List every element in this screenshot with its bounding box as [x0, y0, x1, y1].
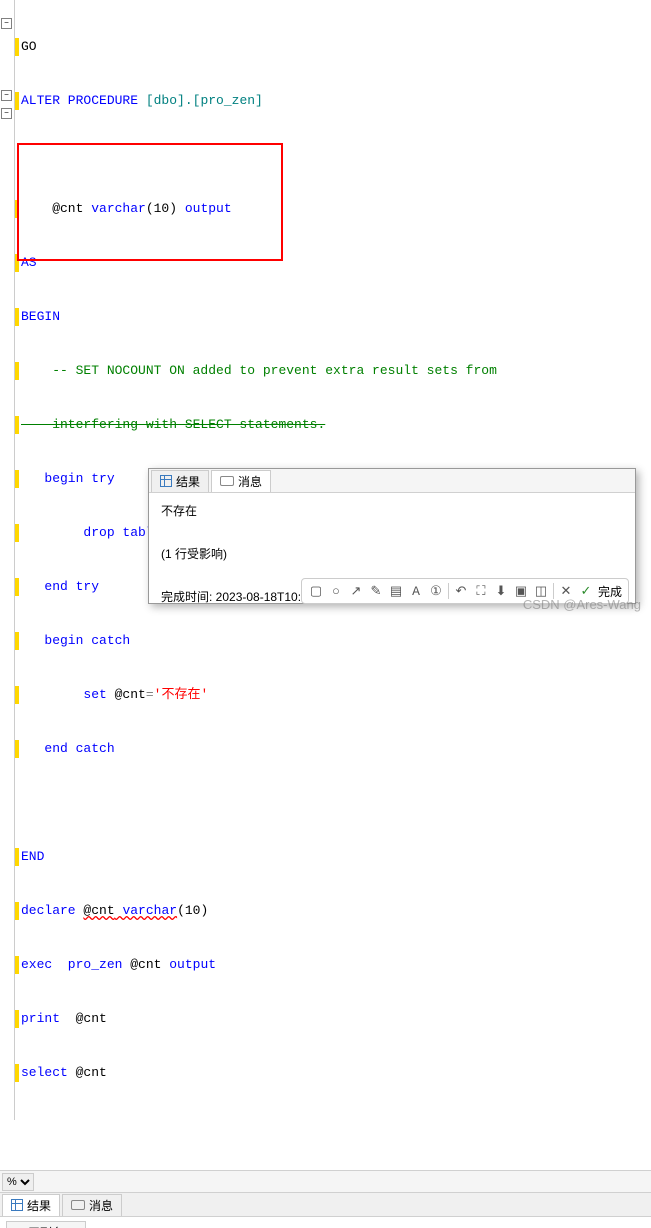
column-header[interactable]: (无列名): [6, 1221, 86, 1228]
zoom-bar: %: [0, 1171, 651, 1193]
pin-icon[interactable]: ◫: [533, 583, 549, 599]
code-line: AS: [21, 255, 37, 270]
messages-popup: 结果 消息 不存在 (1 行受影响) 完成时间: 2023-08-18T10:5…: [148, 468, 636, 604]
fold-icon[interactable]: −: [1, 18, 12, 29]
number-icon[interactable]: ①: [428, 583, 444, 599]
grid-icon: [160, 475, 172, 487]
undo-icon[interactable]: ↶: [453, 583, 469, 599]
message-line: (1 行受影响): [161, 544, 623, 566]
pencil-icon[interactable]: ✎: [368, 583, 384, 599]
text-icon[interactable]: A: [408, 583, 424, 599]
message-icon: [71, 1200, 85, 1210]
copy-icon[interactable]: ▣: [513, 583, 529, 599]
arrow-icon[interactable]: ↗: [348, 583, 364, 599]
fold-icon[interactable]: −: [1, 108, 12, 119]
code-line: GO: [21, 39, 37, 54]
tab-messages[interactable]: 消息: [211, 470, 271, 492]
download-icon[interactable]: ⬇: [493, 583, 509, 599]
results-grid: (无列名) 不存在: [0, 1217, 651, 1228]
code-comment: -- SET NOCOUNT ON added to prevent extra…: [21, 363, 497, 378]
tab-results[interactable]: 结果: [2, 1194, 60, 1216]
circle-icon[interactable]: ○: [328, 583, 344, 599]
tab-messages[interactable]: 消息: [62, 1194, 122, 1216]
zoom-select[interactable]: %: [2, 1173, 34, 1191]
code-line: ALTER PROCEDURE: [21, 93, 138, 108]
message-line: 不存在: [161, 501, 623, 523]
expand-icon[interactable]: ⛶: [473, 583, 489, 599]
done-label[interactable]: 完成: [598, 583, 622, 600]
check-icon[interactable]: ✓: [578, 583, 594, 599]
popup-toolbar: ▢ ○ ↗ ✎ ▤ A ① ↶ ⛶ ⬇ ▣ ◫ ✕ ✓ 完成: [301, 578, 629, 604]
clipboard-icon[interactable]: ▤: [388, 583, 404, 599]
close-icon[interactable]: ✕: [558, 583, 574, 599]
fold-icon[interactable]: −: [1, 90, 12, 101]
square-icon[interactable]: ▢: [308, 583, 324, 599]
result-tabs: 结果 消息: [0, 1193, 651, 1217]
grid-icon: [11, 1199, 23, 1211]
code-line: BEGIN: [21, 309, 60, 324]
message-icon: [220, 476, 234, 486]
tab-results[interactable]: 结果: [151, 470, 209, 492]
